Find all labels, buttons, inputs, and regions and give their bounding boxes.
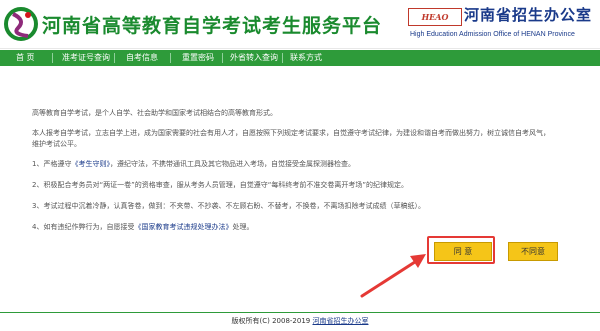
annotation-arrow-icon (360, 254, 426, 298)
footer-office-link[interactable]: 河南省招生办公室 (312, 317, 368, 325)
site-footer: 版权所有(C) 2008-2019 河南省招生办公室 (231, 317, 369, 325)
footer-divider (0, 312, 600, 313)
